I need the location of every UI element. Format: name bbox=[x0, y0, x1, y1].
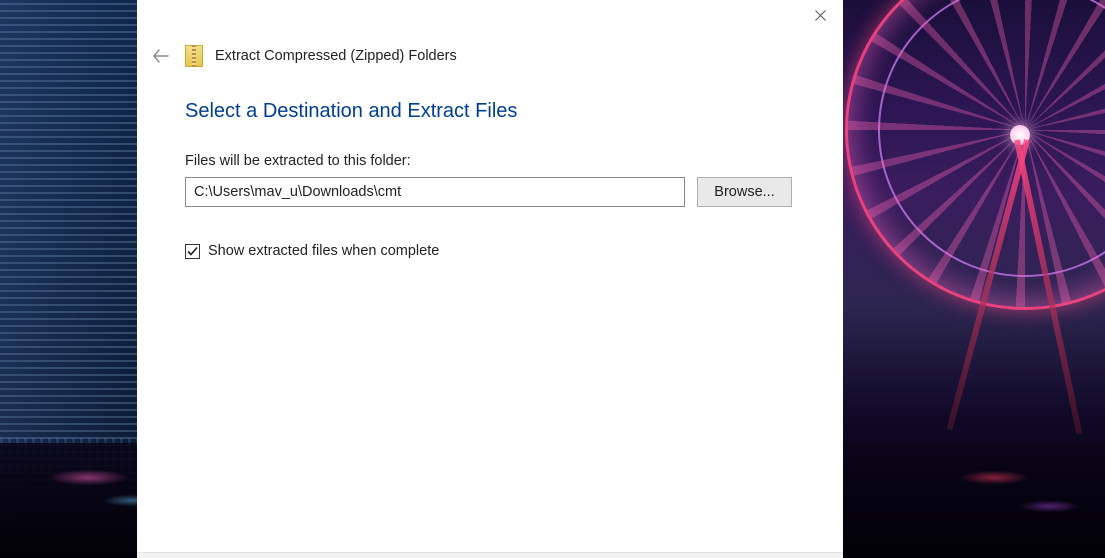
extract-zip-dialog: Extract Compressed (Zipped) Folders Sele… bbox=[137, 0, 843, 558]
destination-path-input[interactable] bbox=[185, 177, 685, 207]
show-files-label[interactable]: Show extracted files when complete bbox=[208, 243, 439, 259]
browse-button[interactable]: Browse... bbox=[697, 177, 792, 207]
dialog-footer-separator bbox=[137, 552, 843, 558]
close-button[interactable] bbox=[798, 0, 843, 30]
zip-folder-icon bbox=[185, 45, 203, 67]
wizard-title: Extract Compressed (Zipped) Folders bbox=[215, 48, 457, 64]
destination-label: Files will be extracted to this folder: bbox=[185, 153, 795, 169]
back-button[interactable] bbox=[149, 44, 173, 68]
page-heading: Select a Destination and Extract Files bbox=[185, 100, 795, 123]
back-arrow-icon bbox=[153, 49, 169, 63]
dialog-content: Select a Destination and Extract Files F… bbox=[137, 82, 843, 552]
check-icon bbox=[187, 246, 198, 257]
show-files-checkbox[interactable] bbox=[185, 244, 200, 259]
dialog-titlebar bbox=[137, 0, 843, 40]
destination-row: Browse... bbox=[185, 177, 795, 207]
dialog-header: Extract Compressed (Zipped) Folders bbox=[137, 40, 843, 82]
close-icon bbox=[815, 10, 826, 21]
show-files-option: Show extracted files when complete bbox=[185, 243, 795, 259]
wallpaper-ferris-wheel bbox=[865, 0, 1105, 440]
